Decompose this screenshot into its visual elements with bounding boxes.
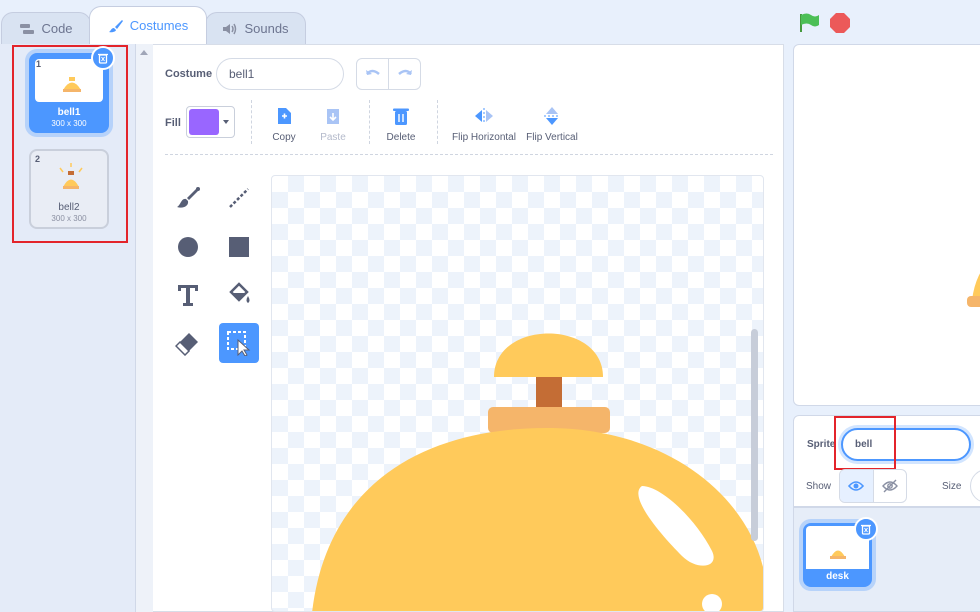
circle-icon <box>178 237 198 257</box>
copy-button[interactable]: Copy <box>266 104 302 143</box>
costume-list-scrollbar[interactable] <box>136 44 153 612</box>
costume-name-label: Costume <box>165 68 213 80</box>
costume-name: bell1 <box>57 107 81 118</box>
select-tool[interactable] <box>219 323 259 363</box>
flip-horizontal-icon <box>475 108 493 124</box>
flip-horizontal-button[interactable]: Flip Horizontal <box>450 104 518 143</box>
toolbar-divider <box>437 100 438 144</box>
tab-sounds-label: Sounds <box>244 21 289 36</box>
toolbar-divider <box>251 100 252 144</box>
canvas-scrollbar[interactable] <box>751 329 758 541</box>
costume-number: 1 <box>36 59 42 69</box>
undo-icon <box>365 69 380 75</box>
show-sprite-button[interactable] <box>840 470 874 502</box>
delete-button[interactable]: Delete <box>383 104 419 143</box>
trash-icon <box>98 53 108 64</box>
costume-size: 300 x 300 <box>51 214 87 223</box>
eraser-icon <box>175 333 198 356</box>
paintbrush-icon <box>108 19 123 32</box>
rectangle-icon <box>229 237 249 257</box>
green-flag-icon[interactable] <box>800 13 819 33</box>
show-label: Show <box>806 481 832 492</box>
costume-name: bell2 <box>58 202 80 213</box>
trash-icon <box>861 524 871 535</box>
drawing-canvas[interactable] <box>271 175 764 612</box>
brush-tool[interactable] <box>168 178 208 218</box>
costume-name-input[interactable]: bell1 <box>216 58 344 90</box>
select-icon <box>227 331 251 356</box>
flip-vertical-label: Flip Vertical <box>526 132 578 143</box>
line-icon <box>229 188 249 208</box>
stage-bell-sprite <box>967 273 980 307</box>
undo-button[interactable] <box>357 59 389 89</box>
circle-tool[interactable] <box>168 227 208 267</box>
flip-vertical-icon <box>544 107 560 125</box>
costume-thumbnail <box>34 154 104 197</box>
fill-tool[interactable] <box>219 275 259 315</box>
editor-tabs: Code Costumes Sounds <box>0 0 780 44</box>
redo-button[interactable] <box>389 59 420 89</box>
fill-label: Fill <box>165 117 181 129</box>
eraser-tool[interactable] <box>168 323 208 363</box>
copy-icon <box>278 108 291 124</box>
sprite-name-highlight <box>834 416 896 470</box>
costume-size: 300 x 300 <box>51 119 87 128</box>
tab-costumes[interactable]: Costumes <box>89 6 207 44</box>
fill-color-picker[interactable] <box>186 106 235 138</box>
line-tool[interactable] <box>219 178 259 218</box>
bell-ringing-thumbnail-icon <box>59 163 83 189</box>
delete-label: Delete <box>386 132 416 143</box>
paste-button[interactable]: Paste <box>314 104 352 143</box>
flip-vertical-button[interactable]: Flip Vertical <box>524 104 580 143</box>
delete-sprite-button[interactable] <box>854 517 878 541</box>
eye-slash-icon <box>881 479 898 493</box>
toolbar-separator <box>165 154 773 155</box>
stop-icon[interactable] <box>830 13 850 33</box>
flip-horizontal-label: Flip Horizontal <box>452 132 516 143</box>
trash-icon <box>393 108 409 125</box>
text-icon <box>178 285 198 306</box>
run-controls <box>798 12 868 39</box>
paste-label: Paste <box>320 132 346 143</box>
costume-item-bell2[interactable]: 2 bell2 300 x 300 <box>29 149 109 229</box>
brush-icon <box>177 187 200 208</box>
fill-bucket-icon <box>229 282 250 303</box>
costume-number: 2 <box>35 154 41 164</box>
stage-preview[interactable] <box>793 44 980 406</box>
rectangle-tool[interactable] <box>219 227 259 267</box>
tab-sounds[interactable]: Sounds <box>205 12 306 44</box>
eye-icon <box>848 481 865 491</box>
toolbar-divider <box>369 100 370 144</box>
paste-icon <box>327 109 339 124</box>
size-label: Size <box>942 481 962 492</box>
sprite-name: desk <box>826 571 849 582</box>
code-blocks-icon <box>20 23 35 34</box>
sprite-label: Sprite <box>807 439 836 450</box>
delete-costume-button[interactable] <box>91 46 115 70</box>
tab-code[interactable]: Code <box>1 12 91 44</box>
visibility-toggle <box>839 469 907 503</box>
undo-redo-group <box>356 58 421 90</box>
fill-color-swatch <box>189 109 219 135</box>
tab-costumes-label: Costumes <box>129 18 189 33</box>
tab-code-label: Code <box>41 21 73 36</box>
speaker-icon <box>223 23 237 34</box>
scroll-up-arrow-icon[interactable] <box>140 50 148 55</box>
chevron-down-icon <box>223 120 229 124</box>
copy-label: Copy <box>272 132 296 143</box>
redo-icon <box>397 69 412 75</box>
hide-sprite-button[interactable] <box>874 470 907 502</box>
bell-costume-drawing <box>312 333 763 611</box>
text-tool[interactable] <box>168 275 208 315</box>
